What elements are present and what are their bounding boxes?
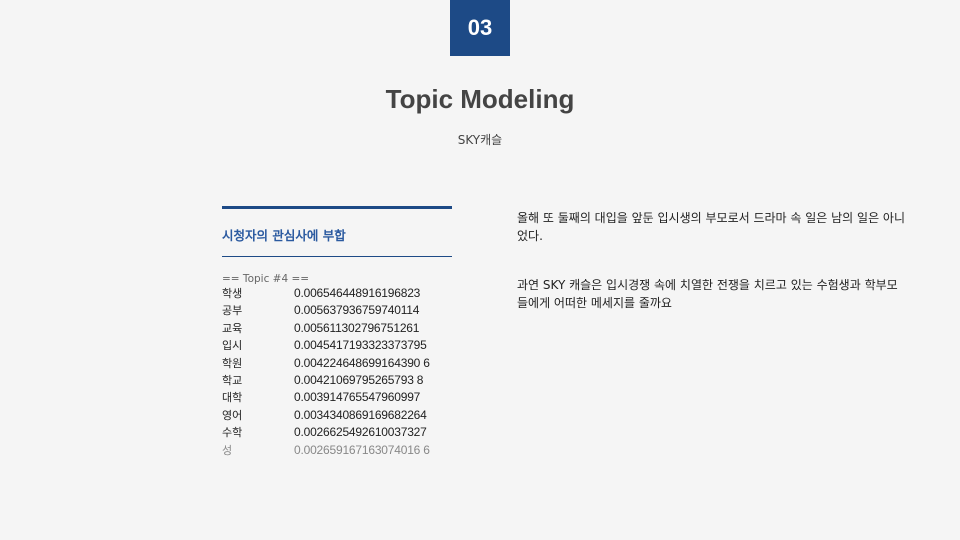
topic-row: 학원 0.004224648699164390 6 bbox=[222, 355, 452, 372]
topic-score: 0.002659167163074016 6 bbox=[294, 442, 430, 457]
topic-word: 학교 bbox=[222, 374, 243, 388]
bottom-divider bbox=[222, 256, 452, 257]
slide-number: 03 bbox=[467, 15, 493, 40]
topic-score: 0.005611302796751261 bbox=[294, 320, 420, 335]
topic-score: 0.005637936759740114 bbox=[294, 303, 420, 318]
topic-row: 학교 0.00421069795265793 8 bbox=[222, 372, 452, 389]
topic-word: 교육 bbox=[222, 321, 243, 335]
commentary: 올해 또 둘째의 대입을 앞둔 입시생의 부모로서 드라마 속 일은 남의 일은… bbox=[517, 209, 907, 312]
topic-word: 영어 bbox=[222, 408, 243, 422]
topic-word: 공부 bbox=[222, 304, 243, 318]
topic-panel: 시청자의 관심사에 부합 == Topic #4 == 학생 0.00654644… bbox=[222, 206, 452, 459]
topic-word-list: 학생 0.006546448916196823 공부 0.0056379367597… bbox=[222, 285, 452, 459]
topic-row: 수학 0.0026625492610037327 bbox=[222, 424, 452, 441]
topic-row: 영어 0.0034340869169682264 bbox=[222, 407, 452, 424]
topic-score: 0.00421069795265793 8 bbox=[294, 373, 424, 388]
topic-score: 0.006546448916196823 bbox=[294, 286, 421, 300]
topic-score: 0.0034340869169682264 bbox=[294, 407, 427, 422]
commentary-paragraph-2: 과연 SKY 캐슬은 입시경쟁 속에 치열한 전쟁을 치르고 있는 수험생과 학… bbox=[517, 278, 898, 310]
topic-header: == Topic #4 == bbox=[222, 273, 310, 285]
topic-word: 입시 bbox=[222, 339, 243, 353]
topic-row: 학생 0.006546448916196823 bbox=[222, 285, 452, 302]
commentary-paragraph-1: 올해 또 둘째의 대입을 앞둔 입시생의 부모로서 드라마 속 일은 남의 일은… bbox=[517, 211, 906, 243]
section-heading: 시청자의 관심사에 부합 bbox=[222, 228, 346, 243]
topic-row: 성 0.002659167163074016 6 bbox=[222, 442, 452, 459]
topic-score: 0.004224648699164390 6 bbox=[294, 355, 430, 370]
topic-score: 0.0045417193323373795 bbox=[294, 338, 427, 353]
topic-row: 대학 0.003914765547960997 bbox=[222, 389, 452, 406]
topic-score: 0.003914765547960997 bbox=[294, 390, 421, 405]
topic-row: 교육 0.005611302796751261 bbox=[222, 320, 452, 337]
topic-row: 입시 0.0045417193323373795 bbox=[222, 337, 452, 354]
top-divider bbox=[222, 206, 452, 209]
slide-subtitle: SKY캐슬 bbox=[457, 133, 503, 147]
topic-word: 학생 bbox=[222, 287, 243, 300]
slide-number-badge: 03 bbox=[450, 0, 510, 56]
topic-score: 0.0026625492610037327 bbox=[294, 425, 427, 440]
slide-title: Topic Modeling bbox=[385, 84, 575, 114]
topic-word: 학원 bbox=[222, 356, 243, 370]
topic-row: 공부 0.005637936759740114 bbox=[222, 302, 452, 319]
topic-word: 성 bbox=[222, 443, 233, 457]
topic-word: 대학 bbox=[222, 391, 243, 405]
topic-word: 수학 bbox=[222, 426, 243, 440]
